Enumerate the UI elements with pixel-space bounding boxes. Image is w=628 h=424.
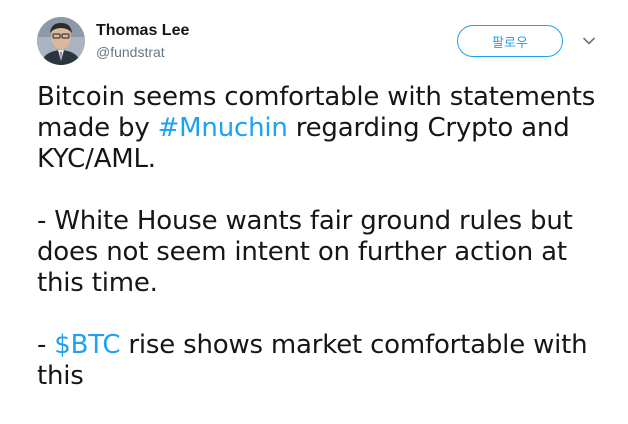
user-name[interactable]: Thomas Lee	[96, 21, 189, 41]
follow-button[interactable]: 팔로우	[457, 25, 563, 57]
tweet-text: Bitcoin seems comfortable with statement…	[37, 82, 607, 423]
hashtag-link[interactable]: #Mnuchin	[158, 113, 288, 143]
cashtag-link[interactable]: $BTC	[54, 330, 120, 360]
tweet-paragraph-1: Bitcoin seems comfortable with statement…	[37, 82, 607, 175]
tweet-paragraph-3: - $BTC rise shows market comfortable wit…	[37, 330, 607, 392]
tweet-card: Thomas Lee @fundstrat 팔로우 Bitcoin seems …	[0, 0, 628, 424]
avatar-photo-icon	[37, 17, 85, 65]
tweet-paragraph-2: - White House wants fair ground rules bu…	[37, 206, 573, 298]
tweet-text-segment: -	[37, 330, 55, 360]
user-handle[interactable]: @fundstrat	[96, 43, 165, 61]
chevron-down-icon[interactable]	[580, 32, 598, 50]
tweet-text-segment: rise shows market comfortable with this	[37, 330, 588, 391]
avatar[interactable]	[37, 17, 85, 65]
